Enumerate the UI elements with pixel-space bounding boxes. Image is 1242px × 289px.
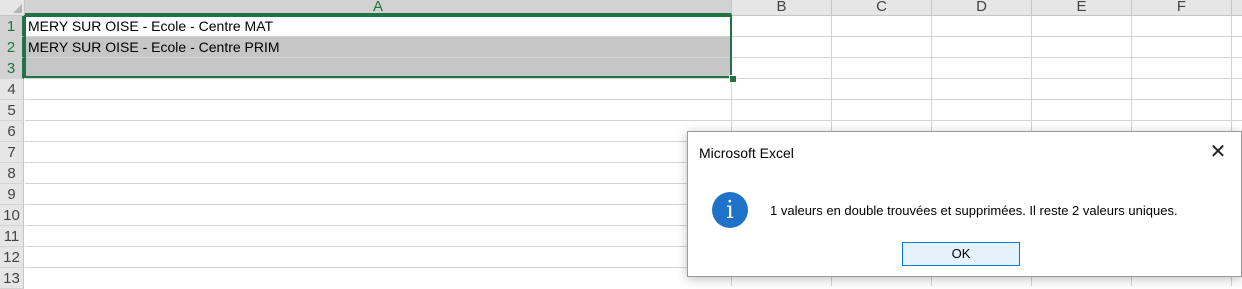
row-header-9[interactable]: 9 <box>0 184 24 205</box>
select-all-corner[interactable] <box>0 0 25 15</box>
gridline-row <box>25 120 1242 121</box>
row-header-8[interactable]: 8 <box>0 163 24 184</box>
close-icon[interactable]: ✕ <box>1195 132 1241 172</box>
row-header-7[interactable]: 7 <box>0 142 24 163</box>
select-all-triangle-icon <box>13 4 22 13</box>
column-header-e[interactable]: E <box>1032 0 1132 15</box>
cell-a3[interactable] <box>25 58 731 78</box>
information-icon: i <box>712 192 748 228</box>
column-header-b[interactable]: B <box>732 0 832 15</box>
row-header-12[interactable]: 12 <box>0 247 24 268</box>
dialog-message: 1 valeurs en double trouvées et supprimé… <box>770 203 1178 218</box>
gridline-row <box>25 99 1242 100</box>
row-header-5[interactable]: 5 <box>0 100 24 121</box>
cell-a1[interactable]: MERY SUR OISE - Ecole - Centre MAT <box>25 16 731 36</box>
row-header-11[interactable]: 11 <box>0 226 24 247</box>
column-header-c[interactable]: C <box>832 0 932 15</box>
fill-handle[interactable] <box>729 75 737 83</box>
gridline-row <box>25 78 1242 79</box>
cell-a2[interactable]: MERY SUR OISE - Ecole - Centre PRIM <box>25 37 731 57</box>
ok-button[interactable]: OK <box>902 242 1020 266</box>
dialog-body: i 1 valeurs en double trouvées et suppri… <box>688 174 1241 276</box>
row-header-3[interactable]: 3 <box>0 58 24 79</box>
message-box: Microsoft Excel ✕ i 1 valeurs en double … <box>687 131 1242 277</box>
dialog-title: Microsoft Excel <box>699 145 794 161</box>
column-header-a[interactable]: A <box>25 0 732 15</box>
column-header-f[interactable]: F <box>1132 0 1232 15</box>
row-header-6[interactable]: 6 <box>0 121 24 142</box>
row-header-2[interactable]: 2 <box>0 37 24 58</box>
column-header-d[interactable]: D <box>932 0 1032 15</box>
row-header-10[interactable]: 10 <box>0 205 24 226</box>
row-header-4[interactable]: 4 <box>0 79 24 100</box>
column-header-partial <box>1232 0 1242 15</box>
row-header-1[interactable]: 1 <box>0 16 24 37</box>
